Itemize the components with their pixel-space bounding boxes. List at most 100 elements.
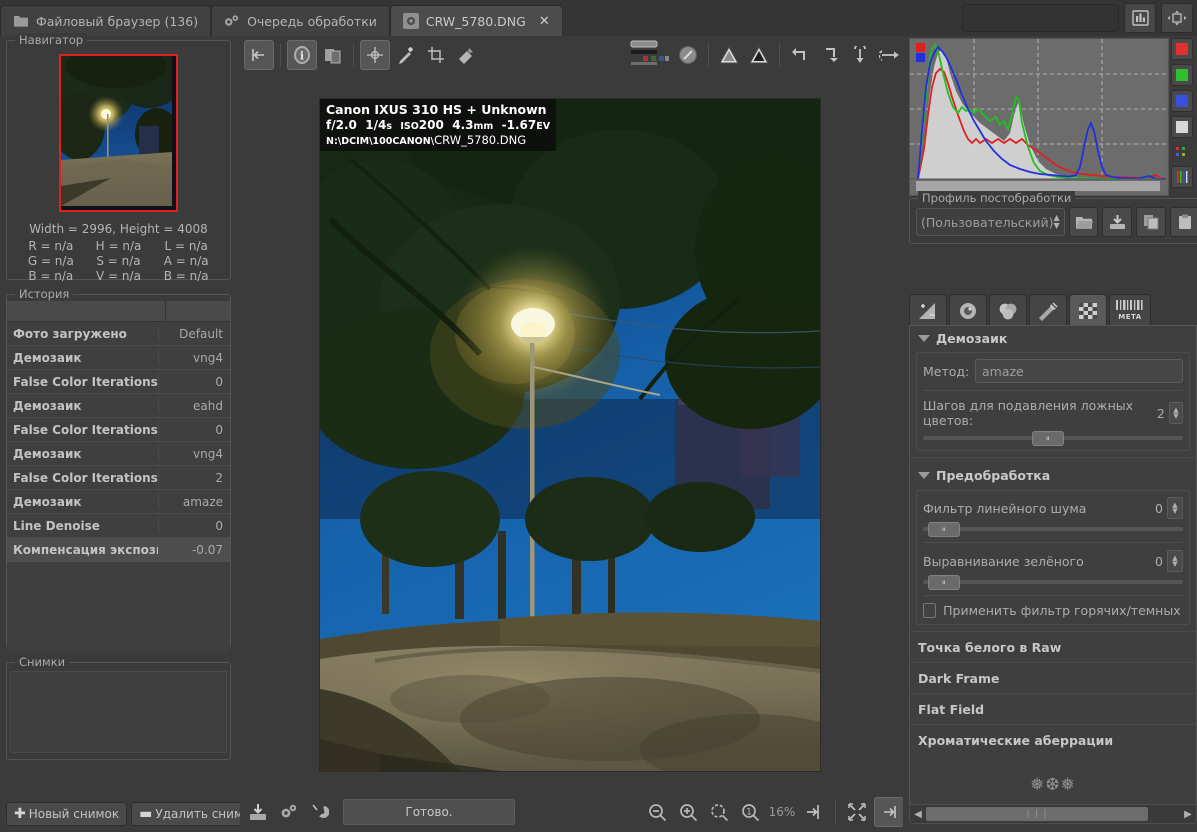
preview-image[interactable]: Canon IXUS 310 HS + Unknown f/2.0 1/4s I… (319, 98, 821, 772)
history-row[interactable]: Line Denoise 0 (7, 514, 230, 538)
history-row-value: 0 (158, 518, 230, 533)
save-profile-button[interactable] (1102, 207, 1133, 237)
shadow-clipping-warning-button[interactable] (715, 41, 743, 69)
rotate-left-button[interactable] (786, 41, 814, 69)
histogram-display[interactable] (909, 38, 1169, 196)
image-canvas[interactable]: Canon IXUS 310 HS + Unknown f/2.0 1/4s I… (242, 76, 898, 794)
raw-histogram-toggle[interactable] (1171, 142, 1191, 162)
save-image-button[interactable] (244, 798, 272, 826)
red-channel-toggle[interactable] (1171, 38, 1193, 60)
hotdead-pixel-checkbox[interactable] (923, 603, 937, 618)
line-noise-slider[interactable]: ⏸ (923, 522, 1183, 537)
zoom-in-icon (679, 803, 698, 822)
profile-select[interactable]: (Пользовательский) ▲ ▼ (916, 208, 1065, 236)
rotate-right-button[interactable] (816, 41, 844, 69)
tab-detail[interactable] (949, 294, 987, 326)
fit-to-crop-button[interactable] (800, 798, 828, 826)
zoom-100-button[interactable]: 1 (736, 798, 764, 826)
tab-raw[interactable] (1069, 294, 1107, 326)
paste-profile-button[interactable] (1170, 207, 1197, 237)
raw-checker-icon (1079, 302, 1097, 319)
tab-transform[interactable] (1029, 294, 1067, 326)
collapsed-section-header[interactable]: Flat Field (910, 693, 1196, 724)
false-color-value: 2 (1156, 405, 1165, 421)
overlay-ev-unit: EV (536, 120, 551, 132)
tab-editor-crw5780[interactable]: CRW_5780.DNG ✕ (389, 5, 563, 36)
navigator-preview[interactable] (7, 41, 230, 219)
histogram-toggle-button[interactable] (1124, 3, 1156, 33)
indicate-clipping-button[interactable] (626, 39, 672, 71)
crop-tool-button[interactable] (422, 41, 450, 69)
tab-metadata[interactable]: META (1109, 294, 1151, 326)
luminance-toggle[interactable] (1171, 116, 1193, 138)
navigator-title: Навигатор (15, 33, 88, 47)
preprocess-section-header[interactable]: Предобработка (910, 457, 1196, 488)
scroll-right-arrow-icon[interactable]: ▶ (1180, 806, 1196, 822)
tab-color[interactable] (989, 294, 1027, 326)
readout-v: V = n/a (96, 269, 141, 283)
green-equil-slider[interactable]: ⏸ (923, 575, 1183, 590)
history-row[interactable]: False Color Iterations 0 (7, 418, 230, 442)
tab-exposure[interactable] (909, 294, 947, 326)
hide-left-panel-button[interactable] (244, 40, 274, 70)
copy-profile-button[interactable] (1136, 207, 1167, 237)
snapshots-list[interactable] (10, 671, 227, 753)
history-row[interactable]: False Color Iterations 2 (7, 466, 230, 490)
preprocess-section-body: Фильтр линейного шума 0 ▲ ▼ ⏸ Выравнивани… (916, 490, 1190, 625)
send-to-editor-button[interactable] (306, 798, 334, 826)
editor-bottom-toolbar: Готово. 1 16% (240, 792, 908, 832)
navigate-button[interactable] (1161, 3, 1193, 33)
collapsed-section-header[interactable]: Dark Frame (910, 662, 1196, 693)
false-color-stepper[interactable]: ▲ ▼ (1168, 402, 1183, 424)
straighten-tool-button[interactable] (452, 41, 480, 69)
fullscreen-button[interactable] (843, 798, 871, 826)
history-list[interactable]: Фото загружено Default Демозаик vng4 False C… (7, 322, 230, 652)
history-row[interactable]: Компенсация экспозиции-0.07 (7, 538, 230, 562)
new-snapshot-button[interactable]: ✚ Новый снимок (6, 802, 128, 826)
history-row[interactable]: False Color Iterations 0 (7, 370, 230, 394)
preview-focus-mask-button[interactable] (674, 41, 702, 69)
copy-icon (1143, 215, 1159, 230)
history-row[interactable]: Демозаик amaze (7, 490, 230, 514)
right-panel-hscrollbar[interactable]: ◀ ❘❘❘ ▶ (909, 804, 1197, 824)
slider-knob[interactable]: ⏸ (928, 575, 961, 590)
line-noise-stepper[interactable]: ▲ ▼ (1167, 497, 1183, 519)
slider-knob[interactable]: ⏸ (1032, 431, 1065, 446)
zoom-in-button[interactable] (674, 798, 702, 826)
history-row[interactable]: Демозаик vng4 (7, 346, 230, 370)
collapsed-section-header[interactable]: Точка белого в Raw (910, 631, 1196, 662)
demosaic-method-select[interactable]: amaze (975, 359, 1183, 383)
hide-right-panel-button[interactable] (874, 797, 904, 827)
zoom-out-button[interactable] (643, 798, 671, 826)
tab-file-browser[interactable]: Файловый браузер (136) (0, 5, 212, 36)
slider-knob[interactable]: ⏸ (928, 522, 961, 537)
search-input[interactable] (962, 4, 1119, 32)
green-channel-toggle[interactable] (1171, 64, 1193, 86)
zoom-fit-button[interactable] (705, 798, 733, 826)
collapsed-section-title: Хроматические аберрации (918, 732, 1114, 748)
false-color-slider[interactable]: ⏸ (923, 431, 1183, 446)
info-button[interactable]: i (287, 40, 317, 70)
green-equil-stepper[interactable]: ▲ ▼ (1167, 550, 1183, 572)
flip-vertical-button[interactable] (846, 41, 874, 69)
flip-horizontal-button[interactable] (876, 41, 904, 69)
history-row[interactable]: Демозаик eahd (7, 394, 230, 418)
blue-channel-toggle[interactable] (1171, 90, 1193, 112)
collapsed-section-header[interactable]: Хроматические аберрации (910, 724, 1196, 755)
histogram-mode-toggle[interactable] (1171, 166, 1193, 188)
history-row-name: Line Denoise (13, 518, 100, 533)
tab-queue[interactable]: Очередь обработки (211, 5, 390, 36)
readout-s: S = n/a (96, 254, 141, 268)
highlight-clipping-warning-button[interactable] (745, 41, 773, 69)
white-balance-picker-button[interactable] (392, 41, 420, 69)
before-after-button[interactable] (319, 41, 347, 69)
history-row[interactable]: Демозаик vng4 (7, 442, 230, 466)
history-row[interactable]: Фото загружено Default (7, 322, 230, 346)
close-icon[interactable]: ✕ (539, 15, 550, 28)
load-profile-button[interactable] (1068, 207, 1099, 237)
demosaic-section-header[interactable]: Демозаик (910, 326, 1196, 350)
scroll-left-arrow-icon[interactable]: ◀ (910, 806, 926, 822)
put-to-queue-button[interactable] (275, 798, 303, 826)
hand-tool-button[interactable] (360, 40, 390, 70)
scrollbar-thumb[interactable]: ❘❘❘ (926, 807, 1148, 821)
